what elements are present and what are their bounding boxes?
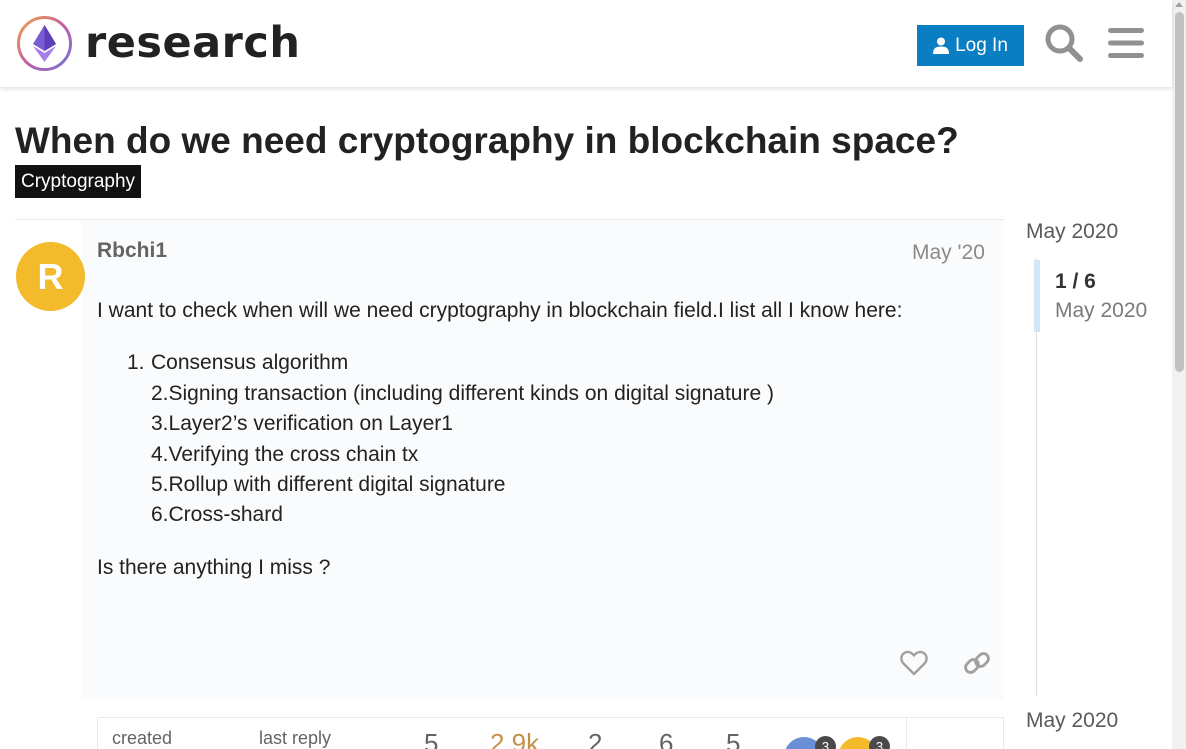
share-link-button[interactable] — [960, 646, 994, 680]
heart-icon — [900, 650, 928, 676]
search-button[interactable] — [1043, 22, 1085, 64]
replies-count: 5 — [424, 728, 439, 749]
post-closing: Is there anything I miss ? — [97, 555, 331, 579]
post-body: I want to check when will we need crypto… — [97, 296, 902, 583]
list-item: 6.Cross-shard — [151, 503, 283, 527]
logo-text: research — [85, 18, 301, 68]
topic-map: created last reply 5 2.9k 2 6 5 3 3 — [97, 717, 1004, 749]
login-button[interactable]: Log In — [917, 25, 1024, 66]
timeline-start-date[interactable]: May 2020 — [1026, 220, 1118, 244]
timeline-position-date: May 2020 — [1055, 299, 1148, 322]
site-logo[interactable]: research — [16, 15, 300, 72]
timeline-handle[interactable] — [1034, 260, 1040, 332]
list-item: 2.Signing transaction (including differe… — [151, 381, 774, 405]
post-username[interactable]: Rbchi1 — [97, 239, 167, 263]
topic-map-divider — [906, 718, 907, 749]
list-item: 1. Consensus algorithm — [127, 348, 902, 378]
views-count: 2.9k — [490, 728, 540, 749]
login-label: Log In — [955, 34, 1008, 56]
page-scrollbar[interactable] — [1172, 0, 1186, 749]
participant-post-count: 3 — [869, 736, 890, 749]
list-item-text: Consensus algorithm — [151, 351, 349, 375]
users-count: 2 — [588, 728, 603, 749]
scroll-thumb[interactable] — [1175, 12, 1184, 372]
category-badge[interactable]: Cryptography — [15, 165, 142, 198]
post-date[interactable]: May '20 — [912, 241, 985, 265]
timeline-position: 1 / 6 — [1055, 270, 1096, 293]
hamburger-menu-icon — [1108, 28, 1144, 58]
post-list: 1. Consensus algorithm 2.Signing transac… — [127, 348, 902, 530]
list-item: 4.Verifying the cross chain tx — [151, 442, 419, 466]
participant-post-count: 3 — [815, 736, 836, 749]
site-header: research Log In — [0, 0, 1172, 87]
post-intro: I want to check when will we need crypto… — [97, 299, 903, 322]
scroll-up-arrow-icon[interactable] — [1175, 2, 1183, 7]
link-icon — [964, 652, 990, 674]
avatar-letter: R — [37, 255, 64, 297]
timeline-end-date[interactable]: May 2020 — [1026, 709, 1118, 733]
avatar[interactable]: R — [16, 242, 85, 311]
menu-button[interactable] — [1105, 22, 1147, 64]
list-number: 1. — [127, 351, 145, 375]
last-reply-label[interactable]: last reply — [259, 728, 331, 749]
links-count: 5 — [726, 728, 741, 749]
topic-title[interactable]: When do we need cryptography in blockcha… — [15, 120, 959, 162]
user-icon — [933, 37, 950, 54]
created-label: created — [112, 728, 173, 748]
list-item: 3.Layer2’s verification on Layer1 — [151, 412, 453, 436]
ethereum-logo-icon — [17, 16, 72, 71]
like-button[interactable] — [897, 646, 931, 680]
list-item: 5.Rollup with different digital signatur… — [151, 473, 506, 497]
search-icon — [1045, 24, 1083, 62]
likes-count: 6 — [659, 728, 674, 749]
